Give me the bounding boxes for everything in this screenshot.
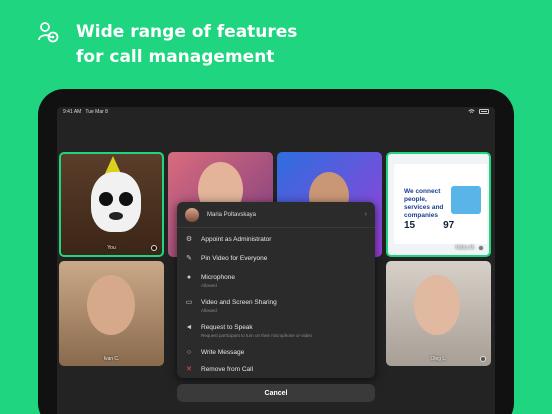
menu-user-header[interactable]: Maria Poltavskaya › <box>177 202 375 228</box>
shared-screen: We connect people, services and companie… <box>394 164 487 244</box>
menu-item-request-speak[interactable]: ◄ Request to Speak Request participant t… <box>177 323 375 339</box>
tile-label-oleg: Oleg L. <box>430 356 447 362</box>
wifi-icon <box>468 109 475 113</box>
close-icon: ✕ <box>186 366 192 373</box>
stat-2: 97 <box>443 220 455 231</box>
users-settings-icon <box>38 22 59 43</box>
tile-label-nikita: Nikita M. <box>455 245 475 251</box>
mic-status-icon <box>478 245 484 251</box>
status-bar: 9:41 AM Tue Mar 8 <box>57 107 495 117</box>
avatar <box>185 207 199 222</box>
microphone-icon: ● <box>186 274 192 281</box>
mic-status-icon <box>480 356 486 362</box>
megaphone-icon: ◄ <box>185 324 193 331</box>
status-time: 9:41 AM <box>63 109 82 115</box>
dog-mask-avatar <box>91 172 141 232</box>
participant-actions-menu: Maria Poltavskaya › ⚙ Appoint as Adminis… <box>177 202 375 378</box>
menu-user-name: Maria Poltavskaya <box>207 211 257 218</box>
headline: Wide range of features for call manageme… <box>76 20 336 70</box>
chat-icon: ○ <box>186 349 192 356</box>
menu-item-video-sharing[interactable]: ▭ Video and Screen Sharing Allowed <box>177 298 375 314</box>
menu-item-microphone[interactable]: ● Microphone Allowed <box>177 273 375 289</box>
pin-icon: ✎ <box>186 255 192 262</box>
menu-item-write-message[interactable]: ○ Write Message <box>177 348 375 357</box>
menu-item-pin-video[interactable]: ✎ Pin Video for Everyone <box>177 254 375 263</box>
participant-tile-nikita[interactable]: We connect people, services and companie… <box>386 152 491 257</box>
status-date: Tue Mar 8 <box>85 109 108 115</box>
tile-label-ivan: Ivan C. <box>103 356 120 362</box>
battery-icon <box>479 109 489 114</box>
participant-tile-oleg[interactable]: Oleg L. <box>386 261 491 366</box>
headline-line-1: Wide range of features <box>76 22 298 42</box>
tile-label-self: You <box>107 245 116 251</box>
call-screen: 9:41 AM Tue Mar 8 You We connect people,… <box>57 107 495 414</box>
cancel-button[interactable]: Cancel <box>177 384 375 402</box>
admin-icon: ⚙ <box>185 236 193 243</box>
video-icon: ▭ <box>185 299 193 306</box>
mic-status-icon <box>151 245 157 251</box>
headline-line-2: for call management <box>76 47 275 67</box>
participant-tile-self[interactable]: You <box>59 152 164 257</box>
stat-1: 15 <box>404 220 416 231</box>
menu-item-remove-from-call[interactable]: ✕ Remove from Call <box>177 365 375 374</box>
menu-item-appoint-admin[interactable]: ⚙ Appoint as Administrator <box>177 235 375 244</box>
participant-tile-ivan[interactable]: Ivan C. <box>59 261 164 366</box>
chevron-right-icon: › <box>364 211 367 218</box>
